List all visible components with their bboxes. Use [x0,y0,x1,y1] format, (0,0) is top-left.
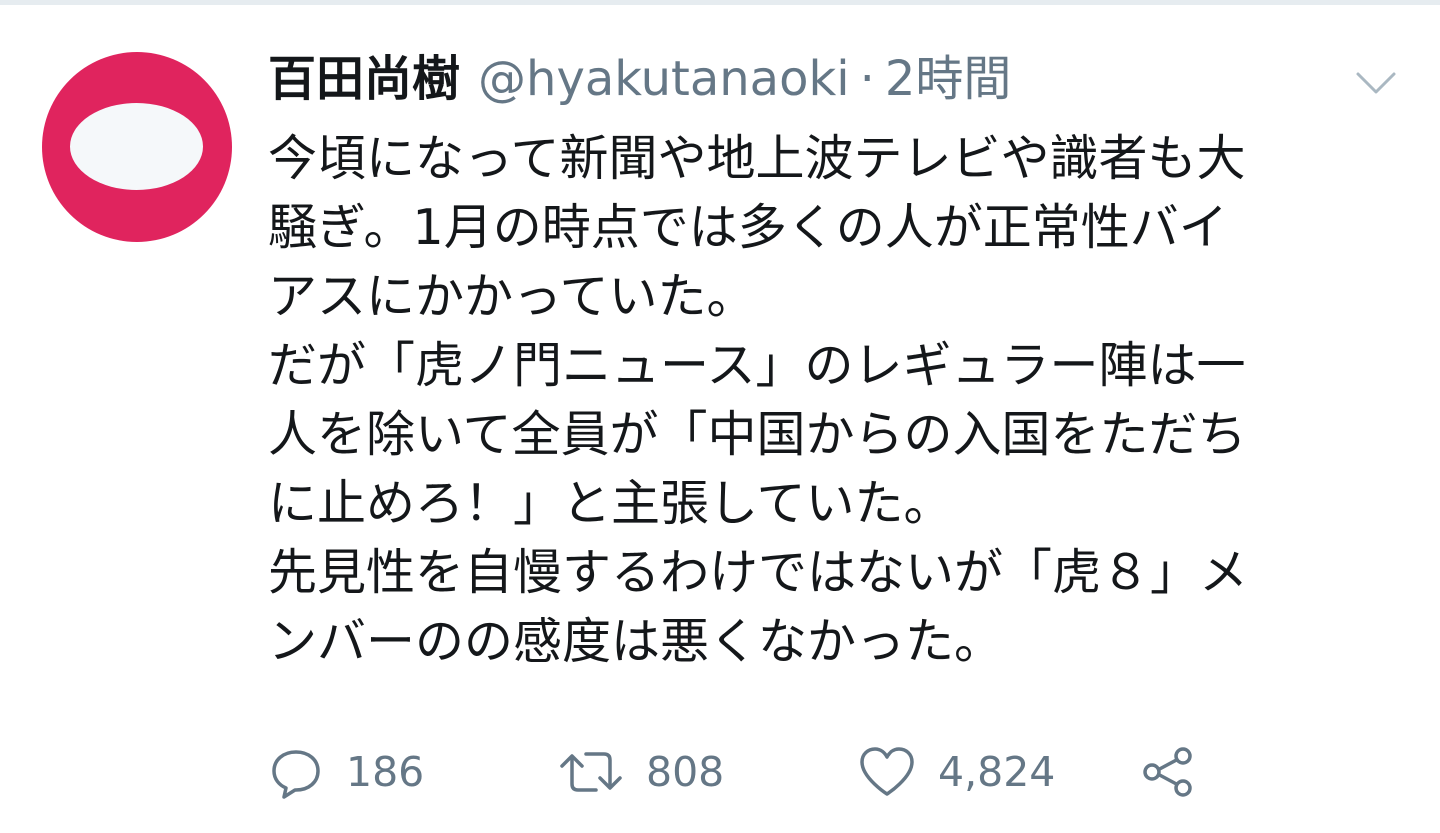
tweet-timestamp[interactable]: 2時間 [885,48,1012,110]
display-name[interactable]: 百田尚樹 [268,48,460,110]
tweet-text-line: 先見性を自慢するわけではないが「虎８」メ [268,544,1249,601]
heart-icon [860,747,914,796]
chevron-down-icon[interactable] [1348,62,1404,102]
tweet-text-line: 今頃になって新聞や地上波テレビや識者も大 [268,130,1246,187]
top-divider [0,0,1440,5]
avatar[interactable] [42,52,232,242]
tweet-text-line: 人を除いて全員が「中国からの入国をただち [268,406,1247,463]
share-button[interactable] [1140,742,1196,802]
like-button[interactable]: 4,824 [858,742,1055,802]
like-count: 4,824 [938,748,1056,796]
tweet-text-line: アスにかかっていた。 [268,268,756,325]
reply-button[interactable]: 186 [268,742,424,802]
separator-dot: · [859,51,875,107]
tweet-text-line: だが「虎ノ門ニュース」のレギュラー陣は一 [268,337,1246,394]
avatar-image [70,103,203,190]
retweet-count: 808 [646,748,725,796]
tweet-header: 百田尚樹 @hyakutanaoki · 2時間 [268,48,1398,110]
user-handle[interactable]: @hyakutanaoki [478,48,850,110]
share-icon [1143,747,1192,797]
retweet-button[interactable]: 808 [558,742,724,802]
reply-icon [272,750,320,799]
tweet: 百田尚樹 @hyakutanaoki · 2時間 今頃になって新聞や地上波テレビ… [268,48,1398,676]
tweet-text-line: ンバーのの感度は悪くなかった。 [268,613,1004,670]
reply-count: 186 [346,748,425,796]
tweet-text: 今頃になって新聞や地上波テレビや識者も大 騒ぎ。1月の時点では多くの人が正常性バ… [268,124,1393,676]
tweet-text-line: に止めろ！」と主張していた。 [268,475,953,532]
tweet-text-line: 騒ぎ。1月の時点では多くの人が正常性バイ [268,199,1228,256]
retweet-icon [560,752,622,792]
tweet-actions: 186 808 4,824 [268,742,1268,802]
